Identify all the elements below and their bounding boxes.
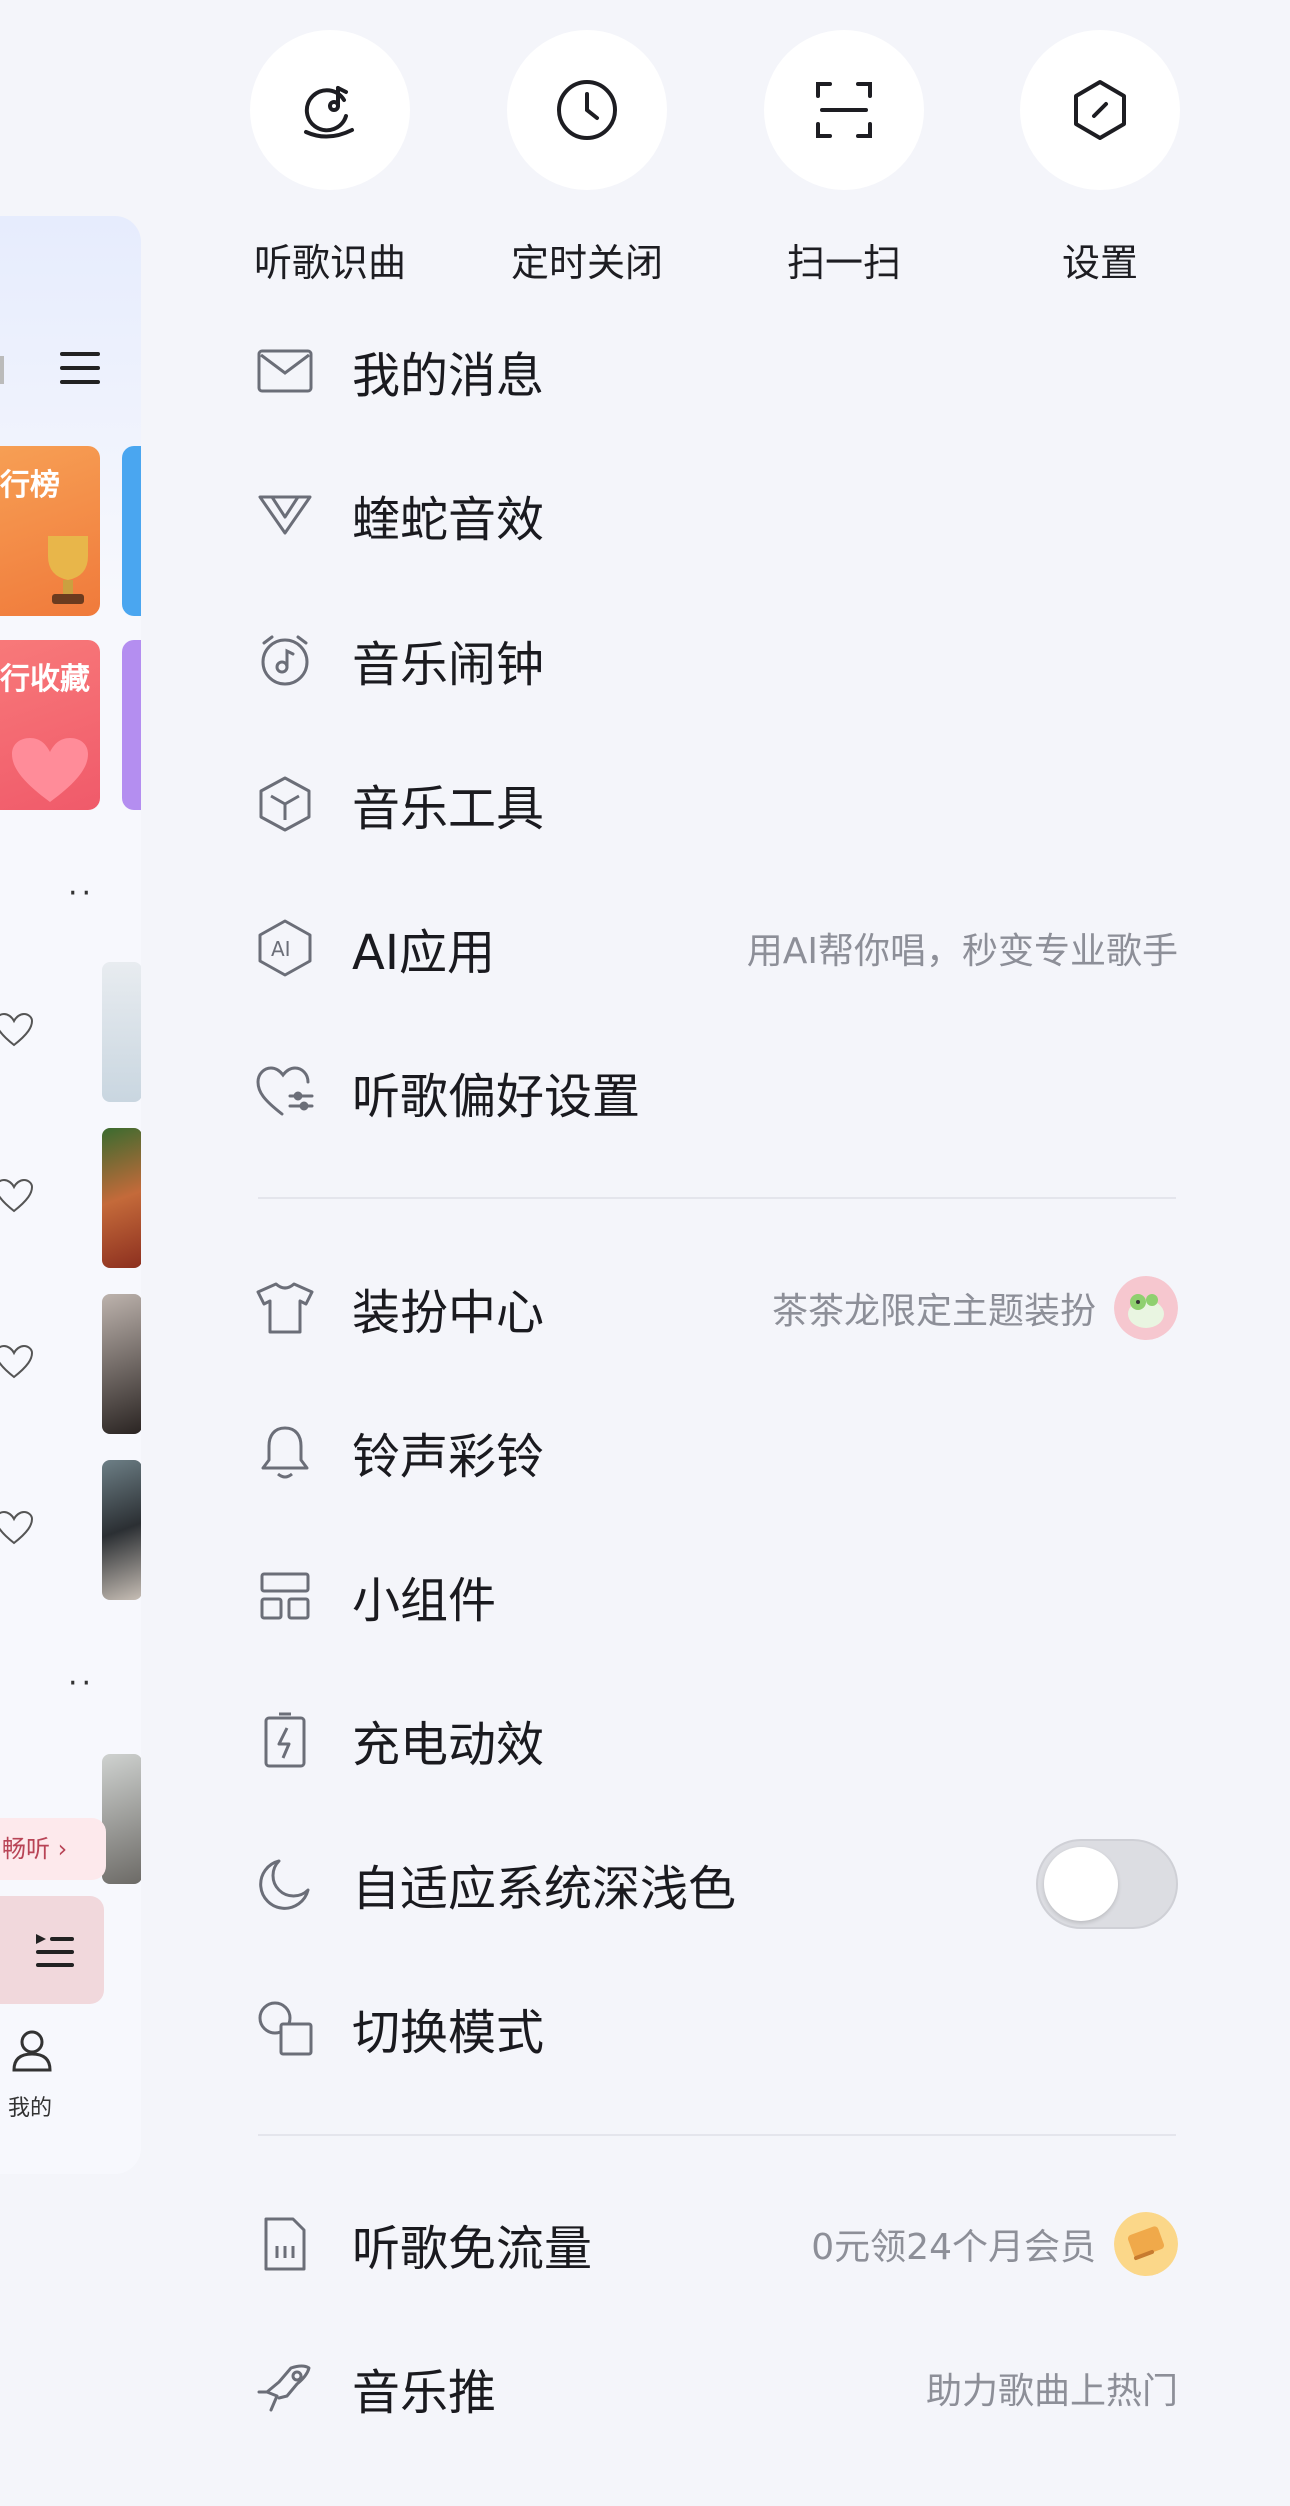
ai-hexagon-icon: AI — [258, 919, 312, 977]
menu-item-widgets-label: 小组件 — [352, 1573, 497, 1629]
viper-icon — [258, 495, 312, 535]
menu-item-music-tools-label: 音乐工具 — [352, 781, 545, 837]
menu-item-music-tools[interactable]: 音乐工具 — [256, 756, 1178, 852]
favorite-heart-icon[interactable] — [0, 1510, 34, 1546]
trophy-icon — [48, 536, 88, 604]
hamburger-menu-icon[interactable] — [60, 348, 102, 388]
vip-promo-pill[interactable]: 畅听 › — [0, 1818, 106, 1880]
moon-icon — [259, 1859, 310, 1910]
sleep-timer-button[interactable]: 定时关闭 — [507, 30, 667, 287]
menu-item-ai-apps-label: AI应用 — [352, 925, 495, 981]
playlist-button[interactable] — [0, 1896, 104, 2004]
menu-item-music-alarm-label: 音乐闹钟 — [352, 637, 545, 693]
favorite-heart-icon[interactable] — [0, 1012, 34, 1048]
menu-item-charging-effect[interactable]: 充电动效 — [256, 1692, 1178, 1788]
menu-item-free-data[interactable]: 听歌免流量 0元领24个月会员 — [256, 2196, 1178, 2292]
tshirt-icon — [256, 1282, 314, 1334]
menu-item-messages[interactable]: 我的消息 — [256, 323, 1178, 419]
music-recognition-label: 听歌识曲 — [253, 241, 406, 285]
song-thumbnail[interactable] — [102, 1294, 141, 1434]
cube-icon — [259, 776, 311, 832]
vip-promo-text: 畅听 — [2, 1835, 50, 1863]
menu-item-music-promote[interactable]: 音乐推 助力歌曲上热门 — [256, 2340, 1178, 2436]
shapes-icon — [258, 2001, 313, 2056]
menu-item-dark-mode-label: 自适应系统深浅色 — [352, 1861, 737, 1917]
scan-button[interactable]: 扫一扫 — [764, 30, 924, 287]
sleep-timer-circle — [507, 30, 667, 190]
user-profile-icon[interactable] — [10, 2028, 54, 2072]
favorite-heart-icon[interactable] — [0, 1178, 34, 1214]
gift-badge-icon — [1114, 2212, 1178, 2276]
svg-text:AI: AI — [271, 937, 291, 961]
settings-button[interactable]: 设置 — [1020, 30, 1180, 287]
menu-item-charging-effect-label: 充电动效 — [352, 1717, 545, 1773]
sleep-timer-label: 定时关闭 — [510, 241, 663, 285]
menu-item-music-alarm[interactable]: 音乐闹钟 — [256, 612, 1178, 708]
quick-actions: 听歌识曲 定时关闭 扫一扫 设置 — [250, 30, 1184, 285]
menu-divider — [258, 1197, 1176, 1199]
settings-hexagon-icon — [1074, 80, 1126, 140]
menu-item-music-promote-label: 音乐推 — [352, 2365, 497, 2421]
menu-item-theme-center-subtitle: 茶茶龙限定主题装扮 — [771, 1291, 1096, 1332]
side-tile-purple — [122, 640, 141, 810]
widgets-icon — [260, 1572, 310, 1620]
rocket-hand-icon — [257, 2364, 311, 2412]
music-recognition-circle — [250, 30, 410, 190]
charts-tile-label: 行榜 — [0, 468, 60, 503]
music-recognition-icon — [304, 86, 354, 139]
menu-item-free-data-subtitle: 0元领24个月会员 — [811, 2227, 1096, 2268]
menu-item-music-promote-subtitle: 助力歌曲上热门 — [925, 2371, 1178, 2412]
heart-sliders-icon — [256, 1066, 314, 1116]
alarm-icon — [261, 635, 309, 686]
dark-mode-toggle[interactable] — [1036, 1839, 1178, 1929]
mail-icon — [257, 349, 313, 393]
more-dots-icon[interactable]: ·· — [68, 876, 95, 911]
menu-item-widgets[interactable]: 小组件 — [256, 1548, 1178, 1644]
sim-card-icon — [264, 2217, 306, 2271]
menu-item-ai-apps[interactable]: AI AI应用 用AI帮你唱，秒变专业歌手 — [256, 900, 1178, 996]
favorites-tile-label: 行收藏 — [0, 662, 90, 697]
background-app-panel: 行榜 行收藏 ·· ·· 畅听 › 我的 — [0, 216, 141, 2174]
more-dots-icon[interactable]: ·· — [68, 1666, 95, 1701]
menu-item-free-data-label: 听歌免流量 — [352, 2221, 593, 2277]
menu-divider — [258, 2134, 1176, 2136]
menu-item-switch-mode[interactable]: 切换模式 — [256, 1980, 1178, 2076]
menu-item-ai-apps-subtitle: 用AI帮你唱，秒变专业歌手 — [746, 931, 1178, 972]
heart-icon — [12, 738, 88, 802]
menu-item-dark-mode: 自适应系统深浅色 — [256, 1836, 1178, 1932]
song-thumbnail[interactable] — [102, 1460, 141, 1600]
favorite-heart-icon[interactable] — [0, 1344, 34, 1380]
nav-mine-label: 我的 — [8, 2096, 53, 2121]
song-thumbnail[interactable] — [102, 1128, 141, 1268]
settings-circle — [1020, 30, 1180, 190]
scan-label: 扫一扫 — [786, 241, 901, 285]
battery-charge-icon — [264, 1712, 306, 1768]
scan-icon — [816, 82, 872, 138]
search-bar-edge — [0, 356, 4, 384]
menu-item-messages-label: 我的消息 — [352, 348, 545, 404]
menu-item-listening-prefs-label: 听歌偏好设置 — [352, 1069, 641, 1125]
toggle-knob — [1044, 1847, 1118, 1921]
menu-item-viper-sound-label: 蝰蛇音效 — [352, 492, 545, 548]
menu-item-viper-sound[interactable]: 蝰蛇音效 — [256, 467, 1178, 563]
chevron-right-icon: › — [50, 1835, 68, 1863]
menu-item-theme-center[interactable]: 装扮中心 茶茶龙限定主题装扮 — [256, 1260, 1178, 1356]
dragon-theme-badge-icon — [1114, 1276, 1178, 1340]
menu-item-ringtones-label: 铃声彩铃 — [352, 1429, 545, 1485]
settings-label: 设置 — [1061, 241, 1138, 285]
charts-tile[interactable]: 行榜 — [0, 446, 100, 616]
side-tile-blue — [122, 446, 141, 616]
playlist-icon — [36, 1934, 74, 1967]
song-thumbnail[interactable] — [102, 962, 141, 1102]
menu-item-ringtones[interactable]: 铃声彩铃 — [256, 1404, 1178, 1500]
bell-icon — [261, 1426, 309, 1479]
menu-item-switch-mode-label: 切换模式 — [352, 2005, 545, 2061]
menu-item-listening-prefs[interactable]: 听歌偏好设置 — [256, 1044, 1178, 1140]
clock-icon — [557, 80, 617, 140]
menu-item-theme-center-label: 装扮中心 — [352, 1285, 545, 1341]
scan-circle — [764, 30, 924, 190]
favorites-tile[interactable]: 行收藏 — [0, 640, 100, 810]
song-thumbnail[interactable] — [102, 1754, 141, 1884]
music-recognition-button[interactable]: 听歌识曲 — [250, 30, 410, 287]
